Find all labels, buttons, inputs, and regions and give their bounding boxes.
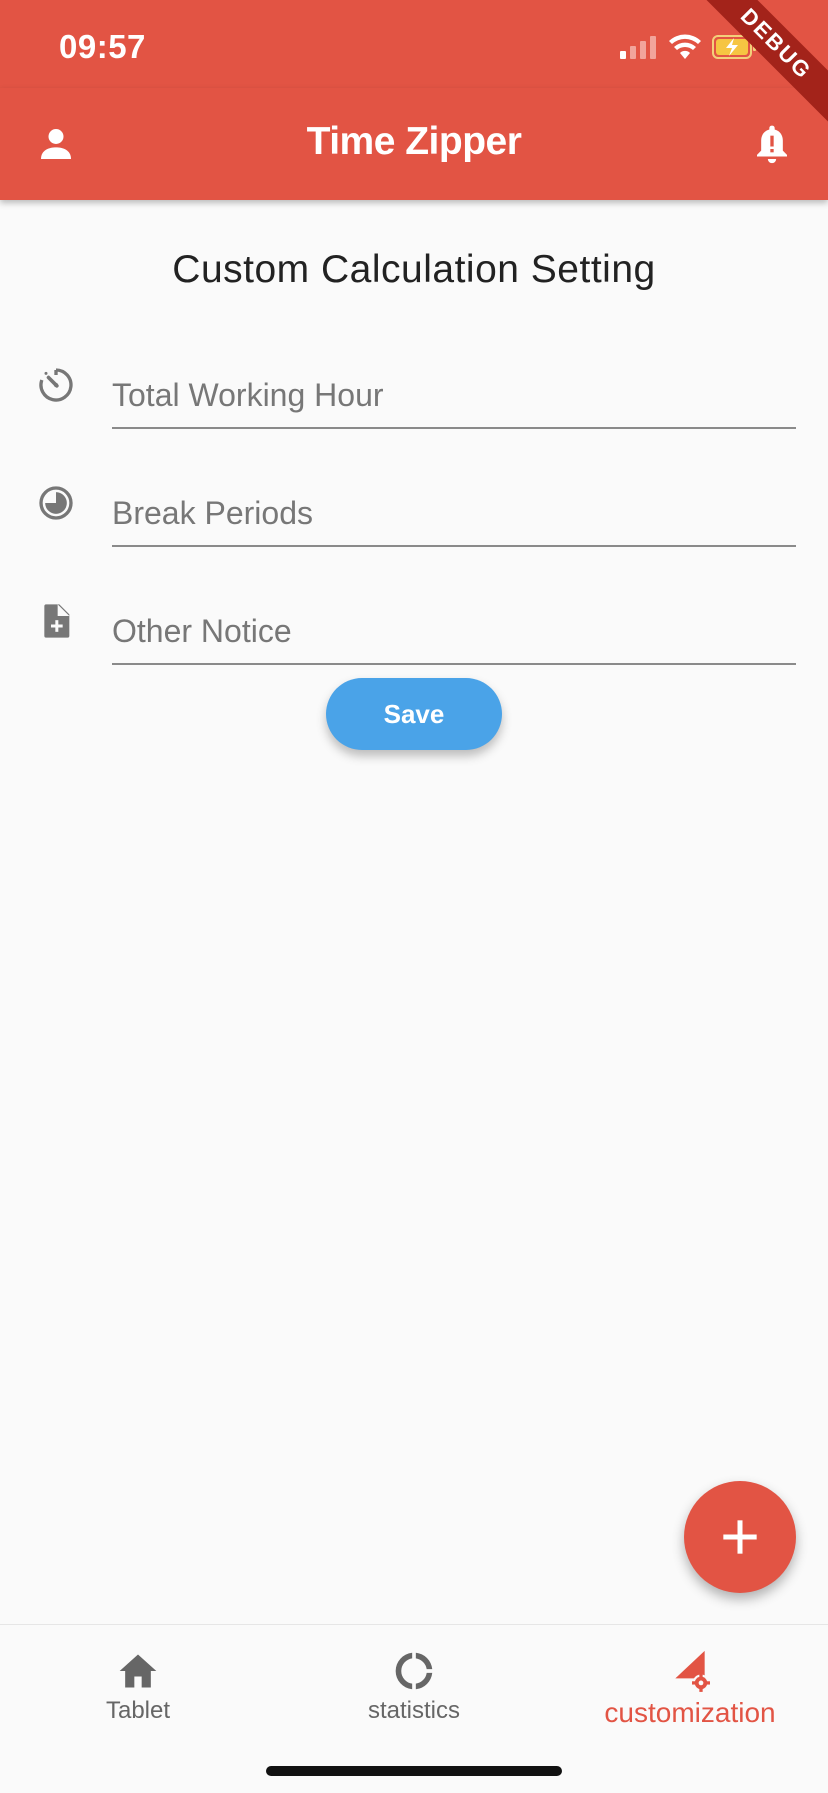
app-title: Time Zipper <box>306 120 522 163</box>
break-periods-input[interactable] <box>112 463 796 547</box>
other-notice-row <box>0 581 828 681</box>
note-add-icon <box>44 604 70 638</box>
signal-icon <box>620 36 656 59</box>
nav-label-tablet: Tablet <box>105 1697 171 1724</box>
status-icons <box>618 34 758 60</box>
nav-label-customization: customization <box>604 1697 776 1728</box>
home-icon <box>119 1654 157 1688</box>
settings-triangle-icon <box>675 1650 710 1692</box>
nav-item-customization[interactable]: customization <box>552 1649 828 1739</box>
home-indicator <box>266 1766 562 1776</box>
total-working-hour-input[interactable] <box>112 345 796 429</box>
plus-icon <box>723 1520 757 1554</box>
timer-icon <box>39 368 73 402</box>
nav-item-statistics[interactable]: statistics <box>276 1649 552 1739</box>
page-title: Custom Calculation Setting <box>172 248 656 291</box>
nav-label-statistics: statistics <box>367 1697 460 1724</box>
nav-item-tablet[interactable]: Tablet <box>0 1649 276 1739</box>
break-periods-row <box>0 463 828 563</box>
app-bar: Time Zipper <box>0 88 828 200</box>
clock-icon <box>39 486 73 520</box>
save-button[interactable]: Save <box>326 678 502 750</box>
other-notice-input[interactable] <box>112 581 796 665</box>
status-bar: 09:57 <box>0 0 828 88</box>
add-fab-button[interactable] <box>684 1481 796 1593</box>
wifi-icon <box>669 34 701 59</box>
bell-alert-icon[interactable] <box>752 122 792 166</box>
status-time: 09:57 <box>59 28 146 65</box>
donut-icon <box>395 1652 433 1690</box>
total-working-hour-row <box>0 345 828 445</box>
